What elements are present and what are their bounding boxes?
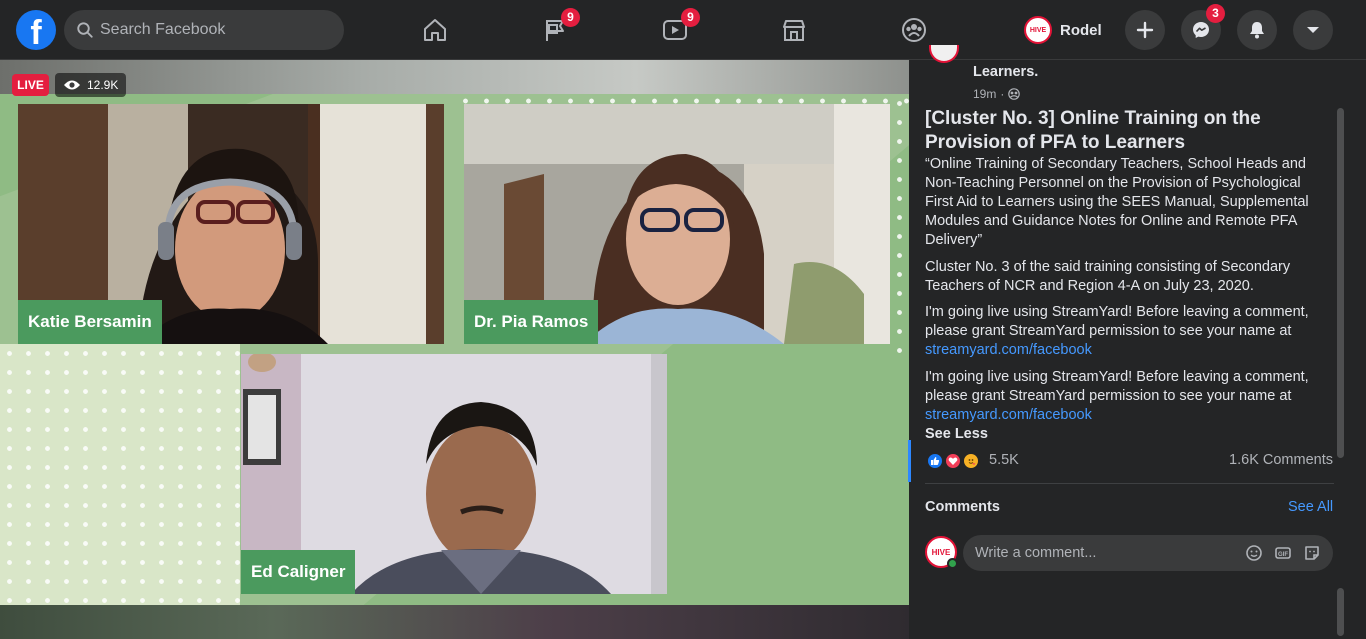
- nav-pages[interactable]: 9: [499, 0, 611, 60]
- messenger-button[interactable]: 3: [1181, 4, 1225, 50]
- panel-scrollbar-thumb[interactable]: [1337, 108, 1344, 458]
- viewer-count: 12.9K: [55, 73, 127, 97]
- live-badge: LIVE: [12, 74, 49, 96]
- top-bar: f 9 9 HIVE Rodel 3: [0, 0, 1366, 60]
- post-title: [Cluster No. 3] Online Training on the P…: [925, 108, 1261, 153]
- create-button[interactable]: [1125, 10, 1165, 50]
- participant-name-tag: Dr. Pia Ramos: [464, 300, 599, 344]
- post-paragraph-4: I'm going live using StreamYard! Before …: [925, 368, 1330, 425]
- comments-heading: Comments: [925, 499, 1000, 515]
- video-stage: Katie Bersamin Dr. Pia Ramos Ed Caligner: [0, 94, 909, 605]
- audience-friends-icon: [1008, 88, 1021, 100]
- home-icon: [424, 19, 446, 41]
- emoji-icon[interactable]: [1245, 544, 1263, 562]
- avatar-label: HIVE: [1029, 26, 1047, 34]
- profile-chip[interactable]: HIVE Rodel: [1018, 12, 1112, 48]
- see-less-button[interactable]: See Less: [925, 426, 988, 442]
- search-icon: [77, 22, 93, 38]
- participant-name-tag: Ed Caligner: [241, 550, 356, 594]
- messenger-badge: 3: [1206, 4, 1225, 23]
- facebook-logo-icon[interactable]: f: [16, 10, 56, 50]
- nav-home[interactable]: [379, 0, 491, 60]
- avatar: HIVE: [1024, 16, 1052, 44]
- notifications-button[interactable]: [1237, 10, 1277, 50]
- sticker-icon[interactable]: [1303, 544, 1321, 562]
- post-author-tail[interactable]: Learners.: [973, 64, 1038, 80]
- streamyard-link-1[interactable]: streamyard.com/facebook: [925, 342, 1092, 358]
- video-bottom-strip: [0, 605, 909, 639]
- account-menu-button[interactable]: [1293, 10, 1333, 50]
- comment-box[interactable]: GIF: [963, 535, 1333, 571]
- see-all-comments-link[interactable]: See All: [1288, 499, 1333, 515]
- gif-icon[interactable]: GIF: [1274, 544, 1292, 562]
- stage-dots-right: [890, 94, 909, 354]
- online-status-dot: [947, 558, 958, 569]
- participant-tile-2: Dr. Pia Ramos: [464, 104, 890, 344]
- post-paragraph-3: I'm going live using StreamYard! Before …: [925, 303, 1330, 360]
- participant-tile-1: Katie Bersamin: [18, 104, 444, 344]
- participant-name-tag: Katie Bersamin: [18, 300, 162, 344]
- watch-badge: 9: [681, 8, 700, 27]
- post-paragraph-1: “Online Training of Secondary Teachers, …: [925, 156, 1309, 248]
- commenter-avatar-label: HIVE: [931, 547, 951, 557]
- post-paragraph-3-text: I'm going live using StreamYard! Before …: [925, 304, 1309, 339]
- plus-icon: [1136, 21, 1154, 39]
- comments-count[interactable]: 1.6K Comments: [1229, 452, 1333, 468]
- comment-input[interactable]: [975, 535, 1235, 571]
- video-top-strip: [0, 60, 909, 94]
- care-reaction-icon: [962, 452, 980, 470]
- pages-badge: 9: [561, 8, 580, 27]
- post-meta: 19m ·: [973, 87, 1021, 101]
- viewer-count-text: 12.9K: [87, 78, 119, 92]
- search-box[interactable]: [64, 10, 344, 50]
- nav-marketplace[interactable]: [738, 0, 850, 60]
- search-input[interactable]: [100, 10, 336, 50]
- reactions-count[interactable]: 5.5K: [989, 452, 1019, 468]
- meta-dot: ·: [1000, 87, 1005, 101]
- post-paragraph-4-text: I'm going live using StreamYard! Before …: [925, 369, 1309, 404]
- love-reaction-icon: [944, 452, 962, 470]
- post-divider: [925, 483, 1334, 484]
- focus-indicator: [908, 440, 911, 482]
- live-video-player[interactable]: Katie Bersamin Dr. Pia Ramos Ed Caligner…: [0, 60, 909, 639]
- like-reaction-icon: [926, 452, 944, 470]
- streamyard-link-2[interactable]: streamyard.com/facebook: [925, 407, 1092, 423]
- page-avatar-partial: [929, 45, 959, 63]
- participant-tile-3: Ed Caligner: [241, 354, 667, 594]
- eye-icon: [64, 80, 80, 90]
- bell-icon: [1250, 22, 1264, 39]
- nav-watch[interactable]: 9: [619, 0, 731, 60]
- messenger-icon: [1193, 22, 1209, 38]
- groups-icon: [902, 18, 926, 42]
- svg-text:GIF: GIF: [1278, 552, 1288, 558]
- caret-down-icon: [1307, 27, 1319, 33]
- marketplace-icon: [783, 20, 805, 41]
- profile-name: Rodel: [1060, 21, 1102, 39]
- stage-dots-left: [0, 344, 240, 605]
- page-avatar: [929, 45, 959, 63]
- post-paragraph-2: Cluster No. 3 of the said training consi…: [925, 259, 1291, 294]
- post-time[interactable]: 19m: [973, 87, 996, 101]
- panel-scrollbar-thumb-lower[interactable]: [1337, 588, 1344, 636]
